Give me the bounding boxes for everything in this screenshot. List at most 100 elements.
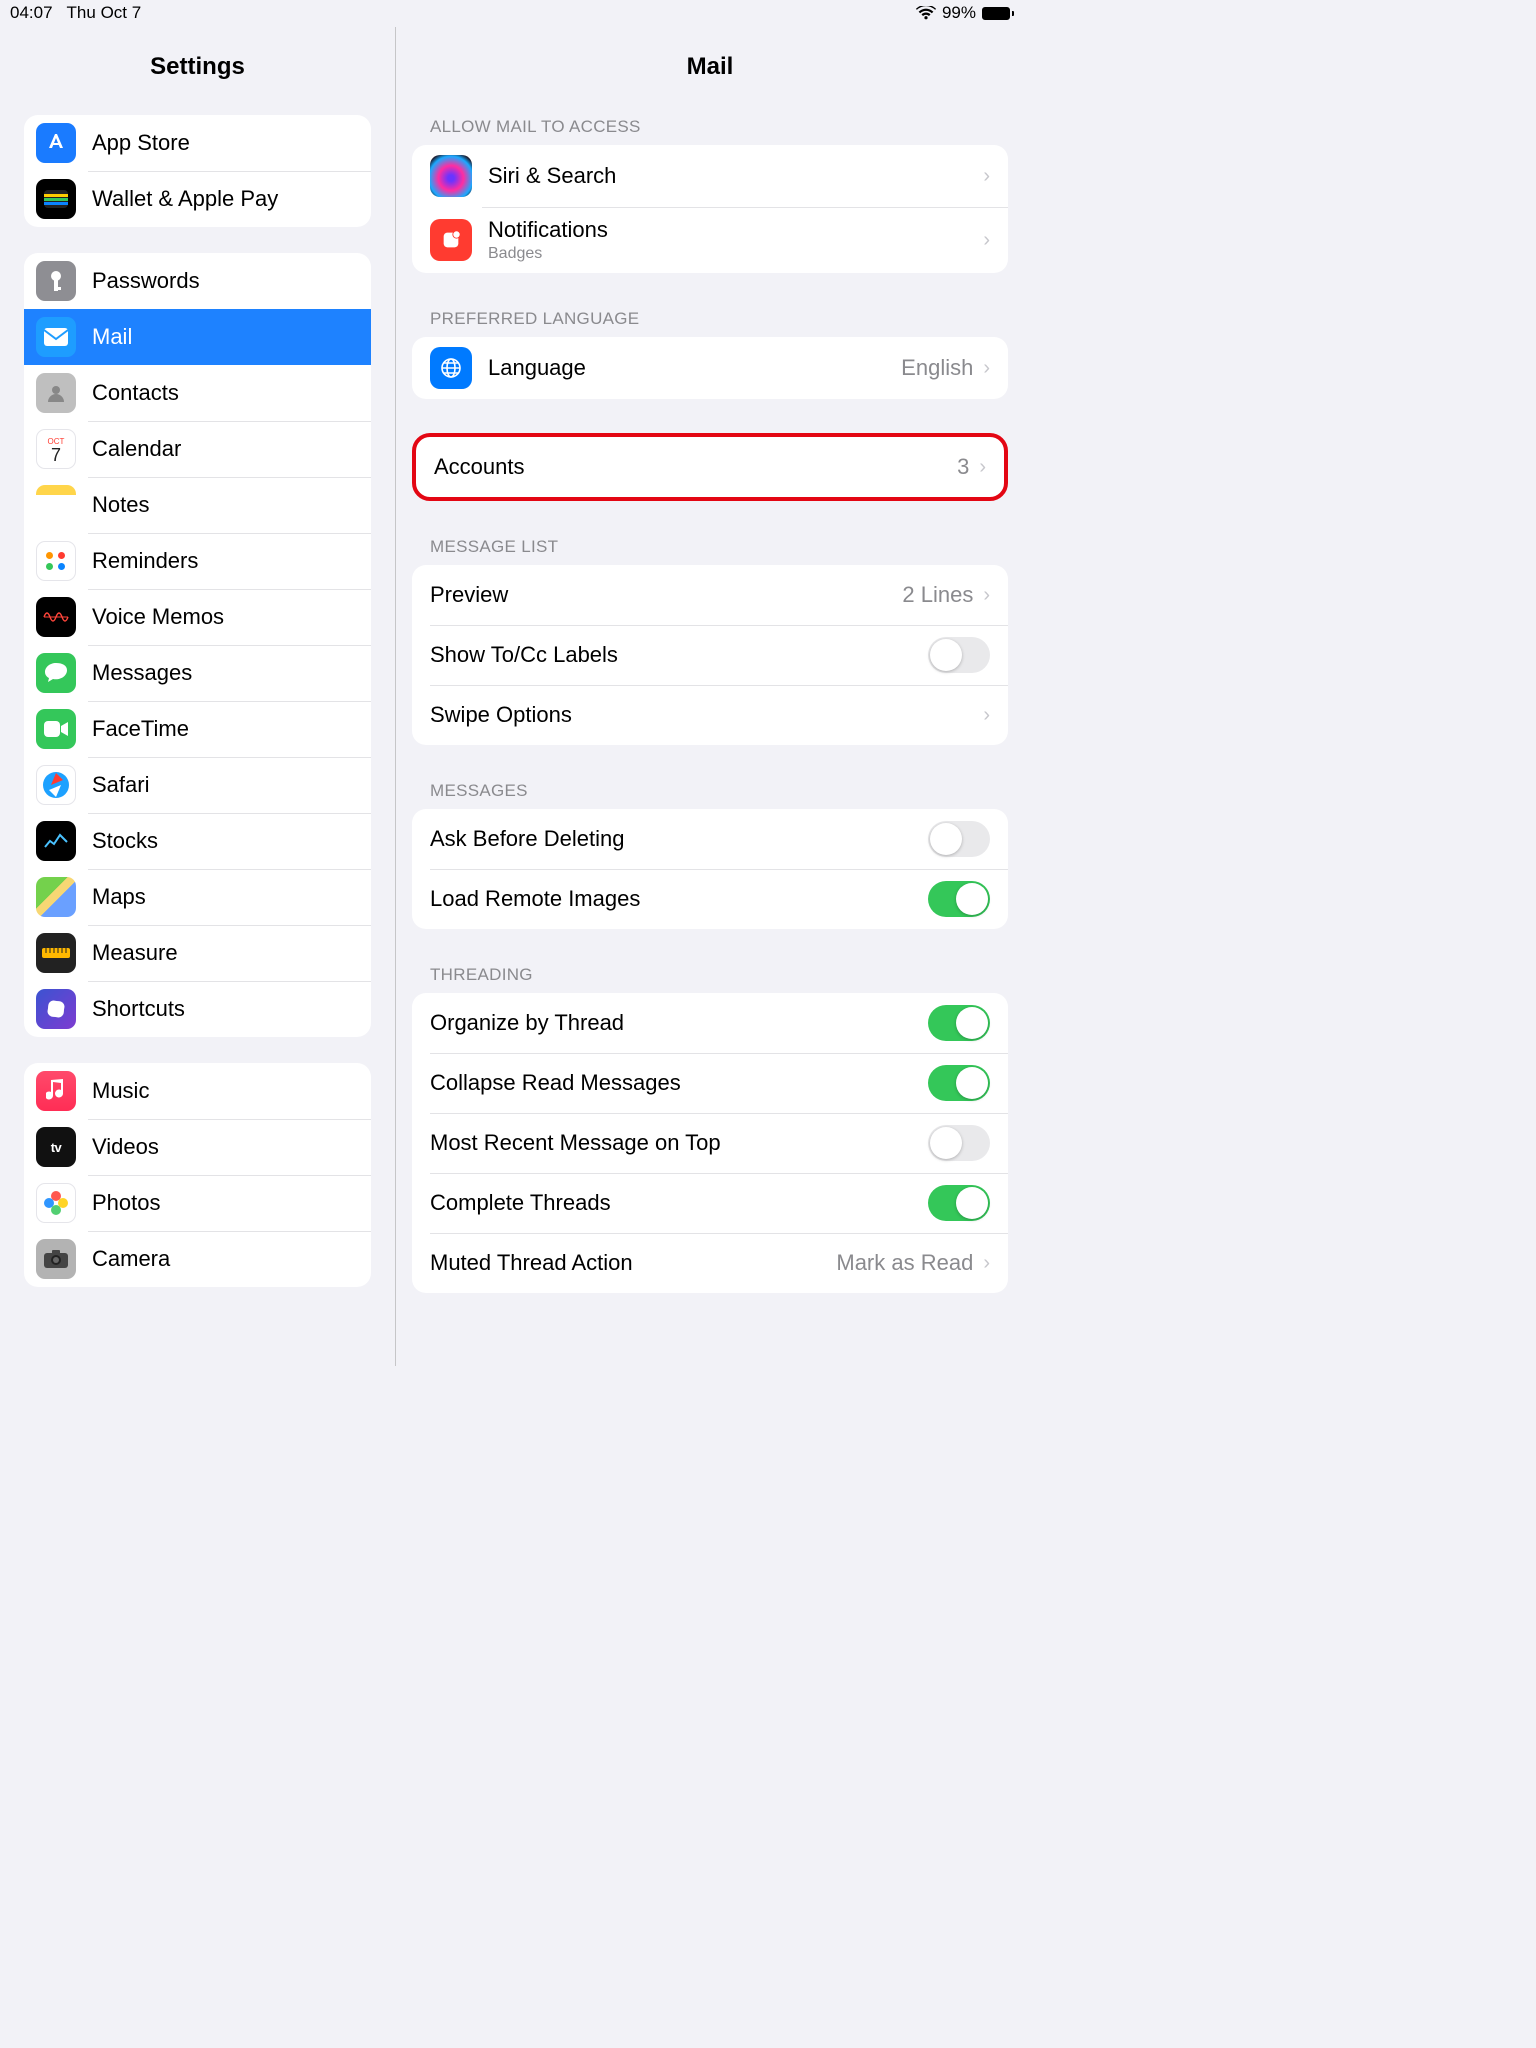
row-label: Complete Threads: [430, 1190, 928, 1216]
chevron-right-icon: ›: [983, 357, 990, 380]
chevron-right-icon: ›: [979, 456, 986, 479]
sidebar-item-label: Measure: [92, 940, 178, 966]
sidebar-item-label: Messages: [92, 660, 192, 686]
sidebar-item-label: Voice Memos: [92, 604, 224, 630]
sidebar-item-reminders[interactable]: Reminders: [24, 533, 371, 589]
muted-thread-action-row[interactable]: Muted Thread Action Mark as Read ›: [412, 1233, 1008, 1293]
detail-title: Mail: [396, 27, 1024, 81]
status-time: 04:07: [10, 3, 53, 23]
sidebar-item-safari[interactable]: Safari: [24, 757, 371, 813]
maps-icon: [36, 877, 76, 917]
sidebar-item-label: Wallet & Apple Pay: [92, 186, 278, 212]
accounts-row[interactable]: Accounts 3 ›: [416, 437, 1004, 497]
notifications-row[interactable]: Notifications Badges ›: [412, 207, 1008, 273]
settings-sidebar[interactable]: Settings App StoreWallet & Apple Pay Pas…: [0, 27, 396, 1366]
siri-search-row[interactable]: Siri & Search ›: [412, 145, 1008, 207]
mail-settings-detail[interactable]: Mail ALLOW MAIL TO ACCESS Siri & Search …: [396, 27, 1024, 1366]
sidebar-item-label: FaceTime: [92, 716, 189, 742]
row-label: Show To/Cc Labels: [430, 642, 928, 668]
chevron-right-icon: ›: [983, 584, 990, 607]
sidebar-item-camera[interactable]: Camera: [24, 1231, 371, 1287]
siri-icon: [430, 155, 472, 197]
row-label: Load Remote Images: [430, 886, 928, 912]
reminders-icon: [36, 541, 76, 581]
row-label: Most Recent Message on Top: [430, 1130, 928, 1156]
sidebar-item-maps[interactable]: Maps: [24, 869, 371, 925]
pw-icon: [36, 261, 76, 301]
ft-icon: [36, 709, 76, 749]
sidebar-item-msg[interactable]: Messages: [24, 645, 371, 701]
measure-icon: [36, 933, 76, 973]
ask-delete-toggle[interactable]: [928, 821, 990, 857]
sidebar-item-measure[interactable]: Measure: [24, 925, 371, 981]
collapse-toggle[interactable]: [928, 1065, 990, 1101]
most-recent-top-row[interactable]: Most Recent Message on Top: [412, 1113, 1008, 1173]
sidebar-item-label: Shortcuts: [92, 996, 185, 1022]
safari-icon: [36, 765, 76, 805]
section-message-list: MESSAGE LIST: [396, 537, 1024, 565]
sidebar-item-label: Music: [92, 1078, 149, 1104]
sidebar-item-vm[interactable]: Voice Memos: [24, 589, 371, 645]
row-sublabel: Badges: [488, 245, 983, 263]
row-value: Mark as Read: [836, 1250, 973, 1276]
section-messages: MESSAGES: [396, 781, 1024, 809]
row-label: Swipe Options: [430, 702, 983, 728]
sidebar-item-label: Notes: [92, 492, 149, 518]
section-allow-access: ALLOW MAIL TO ACCESS: [396, 117, 1024, 145]
vm-icon: [36, 597, 76, 637]
row-label: Ask Before Deleting: [430, 826, 928, 852]
music-icon: [36, 1071, 76, 1111]
sidebar-item-mail[interactable]: Mail: [24, 309, 371, 365]
complete-toggle[interactable]: [928, 1185, 990, 1221]
battery-icon: [982, 7, 1014, 20]
row-label: Collapse Read Messages: [430, 1070, 928, 1096]
sidebar-item-ft[interactable]: FaceTime: [24, 701, 371, 757]
row-label: Muted Thread Action: [430, 1250, 836, 1276]
sidebar-item-pw[interactable]: Passwords: [24, 253, 371, 309]
sidebar-item-photos[interactable]: Photos: [24, 1175, 371, 1231]
sidebar-item-label: Safari: [92, 772, 149, 798]
row-label: Siri & Search: [488, 163, 983, 189]
most-recent-toggle[interactable]: [928, 1125, 990, 1161]
sidebar-item-label: Camera: [92, 1246, 170, 1272]
complete-threads-row[interactable]: Complete Threads: [412, 1173, 1008, 1233]
sidebar-item-label: Contacts: [92, 380, 179, 406]
calendar-icon: OCT7: [36, 429, 76, 469]
show-tocc-toggle[interactable]: [928, 637, 990, 673]
sidebar-item-label: Passwords: [92, 268, 200, 294]
organize-by-thread-row[interactable]: Organize by Thread: [412, 993, 1008, 1053]
swipe-options-row[interactable]: Swipe Options ›: [412, 685, 1008, 745]
sidebar-item-label: Reminders: [92, 548, 198, 574]
organize-toggle[interactable]: [928, 1005, 990, 1041]
sidebar-item-shortcuts[interactable]: Shortcuts: [24, 981, 371, 1037]
shortcuts-icon: [36, 989, 76, 1029]
language-row[interactable]: Language English ›: [412, 337, 1008, 399]
sidebar-item-contacts[interactable]: Contacts: [24, 365, 371, 421]
wifi-icon: [916, 6, 936, 20]
preview-row[interactable]: Preview 2 Lines ›: [412, 565, 1008, 625]
section-threading: THREADING: [396, 965, 1024, 993]
sidebar-item-appstore[interactable]: App Store: [24, 115, 371, 171]
row-label: Accounts: [434, 454, 957, 480]
contacts-icon: [36, 373, 76, 413]
sidebar-item-label: Stocks: [92, 828, 158, 854]
sidebar-item-calendar[interactable]: OCT7Calendar: [24, 421, 371, 477]
status-bar: 04:07 Thu Oct 7 99%: [0, 0, 1024, 26]
appstore-icon: [36, 123, 76, 163]
notes-icon: [36, 485, 76, 525]
show-tocc-row[interactable]: Show To/Cc Labels: [412, 625, 1008, 685]
status-date: Thu Oct 7: [67, 3, 142, 23]
sidebar-item-notes[interactable]: Notes: [24, 477, 371, 533]
chevron-right-icon: ›: [983, 165, 990, 188]
globe-icon: [430, 347, 472, 389]
sidebar-item-stocks[interactable]: Stocks: [24, 813, 371, 869]
load-remote-images-row[interactable]: Load Remote Images: [412, 869, 1008, 929]
ask-before-deleting-row[interactable]: Ask Before Deleting: [412, 809, 1008, 869]
sidebar-item-videos[interactable]: tvVideos: [24, 1119, 371, 1175]
sidebar-item-label: Videos: [92, 1134, 159, 1160]
load-remote-toggle[interactable]: [928, 881, 990, 917]
row-label: Preview: [430, 582, 902, 608]
collapse-read-row[interactable]: Collapse Read Messages: [412, 1053, 1008, 1113]
sidebar-item-music[interactable]: Music: [24, 1063, 371, 1119]
sidebar-item-wallet[interactable]: Wallet & Apple Pay: [24, 171, 371, 227]
